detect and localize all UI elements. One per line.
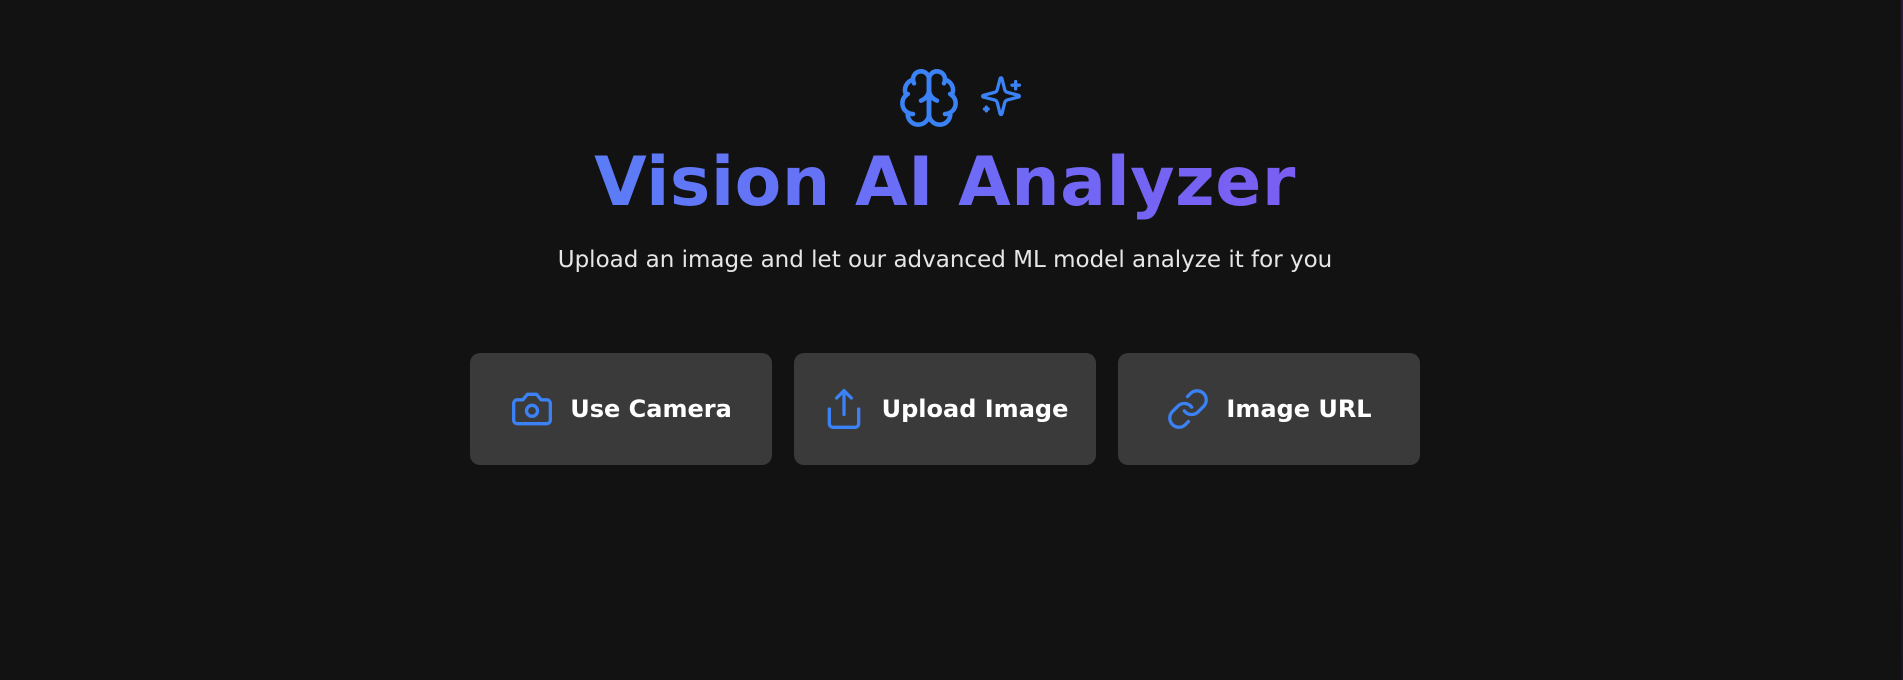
use-camera-button[interactable]: Use Camera bbox=[470, 353, 772, 465]
image-url-label: Image URL bbox=[1226, 395, 1372, 423]
camera-icon bbox=[510, 387, 554, 431]
use-camera-label: Use Camera bbox=[570, 395, 732, 423]
hero-section: Vision AI Analyzer Upload an image and l… bbox=[0, 66, 1890, 276]
upload-image-label: Upload Image bbox=[881, 395, 1069, 423]
page-title: Vision AI Analyzer bbox=[594, 143, 1296, 222]
upload-icon bbox=[822, 387, 866, 431]
upload-image-button[interactable]: Upload Image bbox=[794, 353, 1096, 465]
image-url-button[interactable]: Image URL bbox=[1118, 353, 1420, 465]
sparkles-icon bbox=[979, 66, 1023, 120]
input-options: Use Camera Upload Image Image URL bbox=[470, 353, 1420, 465]
link-icon bbox=[1166, 387, 1210, 431]
app-page: Vision AI Analyzer Upload an image and l… bbox=[0, 0, 1903, 680]
brain-icon bbox=[897, 66, 961, 130]
page-subtitle: Upload an image and let our advanced ML … bbox=[557, 247, 1333, 273]
hero-icons bbox=[897, 66, 1023, 132]
